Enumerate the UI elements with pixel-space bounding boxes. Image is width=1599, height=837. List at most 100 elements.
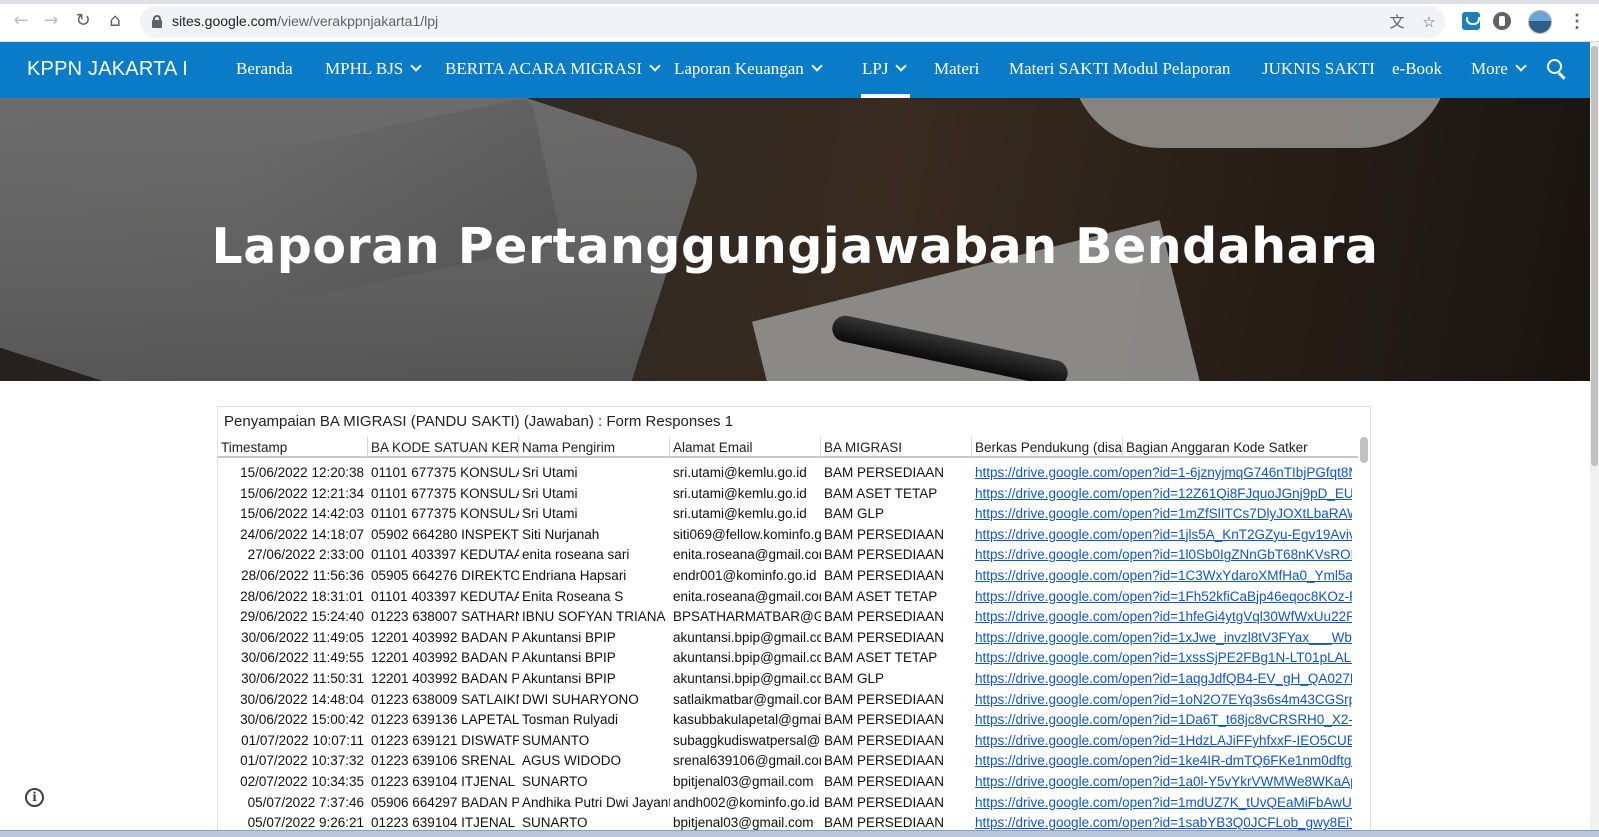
table-row: 01/07/2022 10:37:32 01223 639106 SRENAL AG… (218, 750, 1358, 771)
table-row: 30/06/2022 14:48:04 01223 638009 SATLAIKN… (218, 689, 1358, 710)
nav-juknis-sakti[interactable]: JUKNIS SAKTI (1262, 59, 1375, 83)
file-link[interactable]: https://drive.google.com/open?id=12Z61Qi… (972, 483, 1352, 504)
table-row: 24/06/2022 14:18:07 05902 664280 INSPEKT S… (218, 524, 1358, 545)
nav-materi[interactable]: Materi (934, 59, 979, 83)
table-cell: bpitjenal03@gmail.com (673, 774, 814, 789)
table-cell: 15/06/2022 14:42:03 (240, 506, 364, 522)
table-cell: 27/06/2022 2:33:00 (247, 547, 364, 563)
table-cell: 01/07/2022 10:07:11 (241, 732, 364, 748)
nav-beranda[interactable]: Beranda (236, 59, 293, 83)
table-cell: Akuntansi BPIP (522, 650, 616, 666)
site-header: KPPN JAKARTA I Beranda MPHL BJS BERITA A… (0, 42, 1590, 98)
site-title[interactable]: KPPN JAKARTA I (27, 58, 188, 81)
table-row: 30/06/2022 11:50:31 12201 403992 BADAN PA… (218, 668, 1358, 689)
sheet-scrollbar[interactable] (1360, 437, 1368, 463)
dark-extension-icon[interactable] (1493, 12, 1511, 30)
table-cell: BAM PERSEDIAAN (824, 568, 945, 583)
table-cell: SUMANTO (522, 732, 590, 748)
table-row: 30/06/2022 11:49:55 12201 403992 BADAN PA… (218, 647, 1358, 668)
table-cell: BAM GLP (824, 671, 885, 686)
nav-materi-sakti[interactable]: Materi SAKTI Modul Pelaporan (1009, 59, 1230, 83)
file-link[interactable]: https://drive.google.com/open?id=1mdUZ7K… (972, 792, 1352, 813)
nav-label: More (1471, 59, 1508, 78)
table-cell: endr001@kominfo.go.id (673, 568, 817, 583)
nav-label: e-Book (1392, 59, 1443, 78)
tab-strip (0, 0, 1599, 4)
table-cell: 01101 677375 KONSULA (371, 485, 519, 501)
menu-icon[interactable]: ⋮ (1568, 10, 1586, 32)
embedded-sheet[interactable]: Penyampaian BA MIGRASI (PANDU SAKTI) (Ja… (217, 406, 1371, 837)
pocket-extension-icon[interactable] (1462, 12, 1480, 30)
file-link[interactable]: https://drive.google.com/open?id=1xssSjP… (972, 647, 1352, 668)
url-path: /view/verakppnjakarta1/lpj (277, 13, 439, 29)
nav-mphl-bjs[interactable]: MPHL BJS (325, 59, 422, 83)
nav-laporan-keuangan[interactable]: Laporan Keuangan (674, 59, 823, 83)
table-cell: BAM PERSEDIAAN (824, 753, 945, 769)
table-cell: Sri Utami (522, 506, 578, 522)
table-cell: Tosman Rulyadi (522, 712, 619, 728)
chevron-down-icon (410, 60, 422, 72)
table-row: 27/06/2022 2:33:00 01101 403397 KEDUTAA en… (218, 544, 1358, 565)
url-text[interactable]: sites.google.com/view/verakppnjakarta1/l… (172, 13, 438, 29)
file-link[interactable]: https://drive.google.com/open?id=1Da6T_t… (972, 709, 1352, 730)
table-row: 28/06/2022 11:56:36 05905 664276 DIREKTO E… (218, 565, 1358, 586)
nav-ebook[interactable]: e-Book (1392, 59, 1442, 83)
file-link[interactable]: https://drive.google.com/open?id=1xJwe_i… (972, 627, 1352, 648)
table-cell: akuntansi.bpip@gmail.cc (673, 650, 821, 666)
file-link[interactable]: https://drive.google.com/open?id=1aqgJdf… (972, 668, 1352, 689)
nav-lpj[interactable]: LPJ (862, 59, 908, 83)
file-link[interactable]: https://drive.google.com/open?id=1mZfSlI… (972, 503, 1352, 524)
file-link[interactable]: https://drive.google.com/open?id=1ke4IR-… (972, 750, 1352, 771)
table-cell: srenal639106@gmail.cor (673, 753, 821, 769)
nav-more[interactable]: More (1471, 59, 1527, 83)
file-link[interactable]: https://drive.google.com/open?id=1Fh52kf… (972, 586, 1352, 607)
table-cell: 05905 664276 DIREKTO (371, 568, 519, 583)
translate-icon[interactable]: 文 (1388, 13, 1406, 31)
table-cell: 12201 403992 BADAN P (371, 650, 519, 666)
table-cell: 01223 639136 LAPETAL (371, 712, 519, 728)
table-cell: BAM PERSEDIAAN (824, 691, 945, 707)
table-row: 15/06/2022 12:20:38 01101 677375 KONSULA S… (218, 462, 1358, 483)
table-cell: BAM PERSEDIAAN (824, 629, 945, 645)
page-scrollbar-thumb[interactable] (1591, 46, 1598, 466)
file-link[interactable]: https://drive.google.com/open?id=1hfeGi4… (972, 606, 1352, 627)
file-link[interactable]: https://drive.google.com/open?id=1-6jzny… (972, 462, 1352, 483)
table-cell: sri.utami@kemlu.go.id (673, 506, 807, 522)
back-icon[interactable]: ← (10, 10, 32, 32)
table-row: 15/06/2022 12:21:34 01101 677375 KONSULA S… (218, 483, 1358, 504)
file-link[interactable]: https://drive.google.com/open?id=1a0l-Y5… (972, 771, 1352, 792)
column-header: Timestamp (218, 437, 368, 458)
info-icon[interactable]: i (25, 788, 44, 807)
table-cell: BAM ASET TETAP (824, 485, 938, 501)
table-cell: BAM ASET TETAP (824, 650, 938, 666)
os-taskbar (0, 830, 1599, 837)
file-link[interactable]: https://drive.google.com/open?id=1HdzLAJ… (972, 730, 1352, 751)
table-cell: 28/06/2022 11:56:36 (241, 568, 364, 583)
nav-label: Beranda (236, 59, 293, 78)
home-icon[interactable]: ⌂ (104, 10, 126, 32)
page-scrollbar[interactable] (1590, 42, 1599, 830)
column-header: BA KODE SATUAN KER (368, 437, 519, 458)
address-bar[interactable]: sites.google.com/view/verakppnjakarta1/l… (140, 6, 1445, 38)
star-icon[interactable]: ☆ (1420, 13, 1438, 31)
file-link[interactable]: https://drive.google.com/open?id=1oN2O7E… (972, 689, 1352, 710)
chevron-down-icon (811, 60, 823, 72)
table-cell: BAM PERSEDIAAN (824, 774, 945, 789)
reload-icon[interactable]: ↻ (72, 10, 94, 32)
table-cell: 15/06/2022 12:21:34 (240, 485, 364, 501)
table-cell: BAM ASET TETAP (824, 588, 938, 604)
avatar[interactable] (1528, 10, 1552, 34)
table-cell: 29/06/2022 15:24:40 (240, 609, 364, 625)
search-icon[interactable] (1547, 59, 1569, 81)
lock-icon[interactable] (152, 15, 162, 28)
file-link[interactable]: https://drive.google.com/open?id=1l0Sb0I… (972, 544, 1352, 565)
table-cell: 12201 403992 BADAN P (371, 671, 519, 686)
nav-berita-acara-migrasi[interactable]: BERITA ACARA MIGRASI (445, 59, 661, 83)
file-link[interactable]: https://drive.google.com/open?id=1C3WxYd… (972, 565, 1352, 586)
table-cell: 12201 403992 BADAN P (371, 629, 519, 645)
forward-icon[interactable]: → (40, 10, 62, 32)
table-cell: enita roseana sari (522, 547, 630, 563)
file-link[interactable]: https://drive.google.com/open?id=1jls5A_… (972, 524, 1352, 545)
table-cell: IBNU SOFYAN TRIANA (522, 609, 666, 625)
table-cell: 05906 664297 BADAN P (371, 794, 519, 810)
